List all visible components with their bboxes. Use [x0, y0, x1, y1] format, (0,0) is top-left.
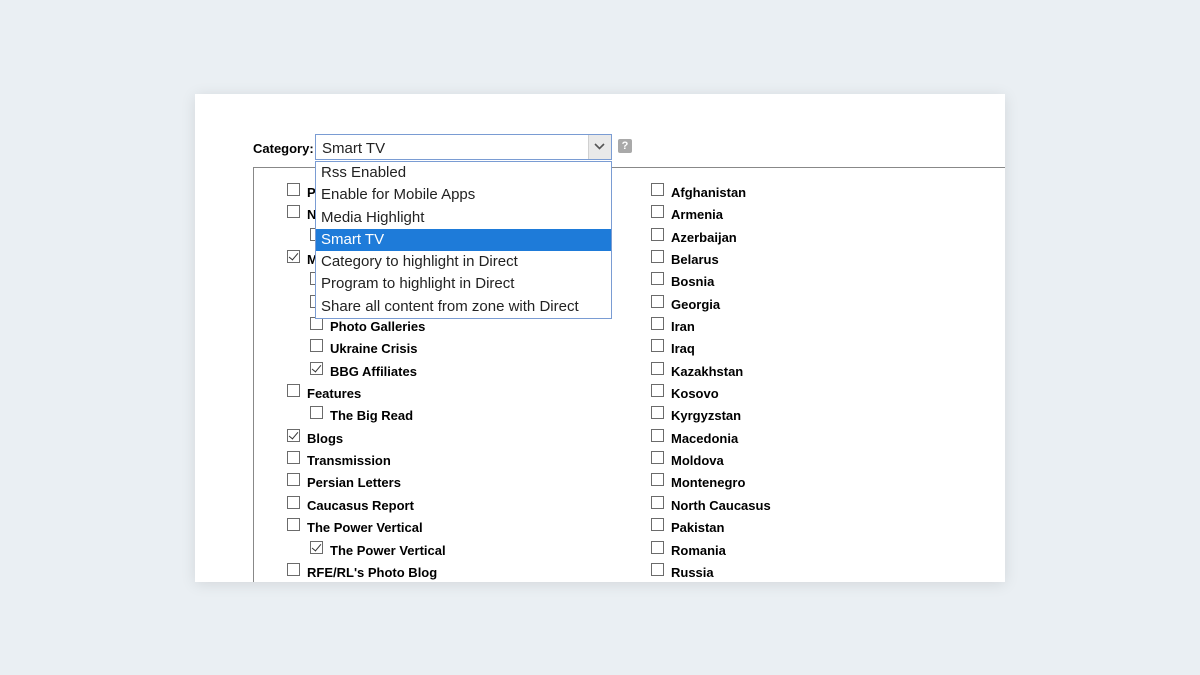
region-item-label: Montenegro	[671, 475, 746, 491]
checkbox[interactable]	[651, 473, 664, 487]
category-item-row: Caucasus Report	[287, 492, 414, 514]
category-item-row: RFE/RL's Photo Blog	[287, 559, 437, 581]
category-item-label: Caucasus Report	[307, 497, 414, 513]
checkbox[interactable]	[287, 451, 300, 465]
region-item-label: Moldova	[671, 453, 724, 469]
checkbox[interactable]	[651, 384, 664, 398]
checkbox[interactable]	[287, 518, 300, 532]
category-item-row: The Big Read	[287, 402, 413, 424]
checkbox[interactable]	[651, 339, 664, 353]
checkbox[interactable]	[310, 406, 323, 420]
checkbox[interactable]	[287, 183, 300, 196]
chevron-down-icon[interactable]	[588, 135, 611, 159]
dropdown-option[interactable]: Enable for Mobile Apps	[316, 184, 611, 206]
checkbox[interactable]	[287, 495, 300, 509]
checkbox[interactable]	[651, 250, 664, 264]
category-item-row: Transmission	[287, 447, 391, 469]
category-item-row	[287, 268, 323, 290]
category-item-label: Ukraine Crisis	[330, 341, 418, 357]
checkbox[interactable]	[287, 562, 300, 576]
checkbox[interactable]	[651, 428, 664, 442]
checkbox[interactable]	[651, 495, 664, 509]
checkbox[interactable]	[310, 339, 323, 353]
checkbox[interactable]	[651, 406, 664, 420]
dropdown-option[interactable]: Rss Enabled	[316, 162, 611, 184]
region-item-label: Russia	[671, 564, 714, 580]
category-item-row: Photo Galleries	[287, 313, 425, 335]
checkbox[interactable]	[651, 540, 664, 554]
checkbox[interactable]	[651, 518, 664, 532]
category-label: Category:	[253, 141, 314, 156]
region-item-label: Iraq	[671, 341, 695, 357]
checkbox[interactable]	[651, 227, 664, 241]
category-item-label: The Power Vertical	[330, 542, 446, 558]
region-item-label: Armenia	[671, 207, 724, 223]
category-item-row: Features	[287, 380, 361, 402]
dropdown-option[interactable]: Media Highlight	[316, 207, 611, 229]
left-category-tree: P N M Photo Galleries Ukraine Crisis BBG Affi…	[287, 179, 446, 581]
checkbox[interactable]	[651, 272, 664, 286]
category-select[interactable]: Smart TV	[315, 134, 612, 160]
region-item-label: Kosovo	[671, 386, 719, 402]
checkbox[interactable]	[651, 294, 664, 308]
category-select-value: Smart TV	[322, 140, 386, 157]
category-item-row: Ukraine Crisis	[287, 335, 417, 357]
category-dropdown-list: Rss Enabled Enable for Mobile Apps Media H…	[315, 161, 612, 319]
category-item-label: BBG Affiliates	[330, 363, 417, 379]
category-item-row: Blogs	[287, 425, 343, 447]
region-item-label: Kazakhstan	[671, 363, 744, 379]
category-item-label: Transmission	[307, 453, 391, 469]
category-item-row: The Power Vertical	[287, 537, 446, 559]
checkbox[interactable]	[287, 384, 300, 398]
category-item-label: Features	[307, 386, 362, 402]
region-item-label: Georgia	[671, 296, 721, 312]
checkbox[interactable]	[651, 451, 664, 465]
dropdown-option[interactable]: Share all content from zone with Direct	[316, 296, 611, 318]
checkbox[interactable]	[287, 473, 300, 487]
category-item-label: The Big Read	[330, 408, 414, 424]
category-item-label: Persian Letters	[307, 475, 401, 491]
category-item-label: Photo Galleries	[330, 319, 426, 335]
category-item-row: BBG Affiliates	[287, 358, 417, 380]
category-item-row: P	[287, 179, 316, 201]
help-icon[interactable]: ?	[618, 139, 632, 153]
checkbox-checked[interactable]	[287, 250, 300, 264]
region-item-label: Afghanistan	[671, 185, 747, 200]
checkbox[interactable]	[651, 361, 664, 375]
checkbox-checked[interactable]	[287, 428, 300, 442]
checkbox[interactable]	[651, 317, 664, 331]
category-item-row: M	[287, 246, 318, 268]
region-item-label: North Caucasus	[671, 497, 771, 513]
region-item-label: Romania	[671, 542, 726, 558]
dropdown-option[interactable]: Smart TV	[316, 228, 611, 252]
category-item-label: The Power Vertical	[307, 520, 423, 536]
region-item-label: Iran	[671, 319, 695, 335]
category-item-row: N	[287, 201, 316, 223]
checkbox-checked[interactable]	[310, 361, 323, 375]
region-item-label: Azerbaijan	[671, 229, 737, 245]
checkbox-checked[interactable]	[310, 540, 323, 554]
region-item-label: Bosnia	[671, 274, 715, 290]
category-item-row	[287, 224, 323, 246]
category-item-row	[287, 291, 323, 313]
category-item-label: RFE/RL's Photo Blog	[307, 564, 438, 580]
category-item-row: The Power Vertical	[287, 514, 423, 536]
dropdown-option[interactable]: Program to highlight in Direct	[316, 273, 611, 295]
category-item-row: Persian Letters	[287, 469, 401, 491]
region-item-label: Pakistan	[671, 520, 725, 536]
checkbox[interactable]	[651, 205, 664, 219]
category-item-label: Blogs	[307, 430, 344, 446]
dropdown-option[interactable]: Category to highlight in Direct	[316, 251, 611, 273]
checkbox[interactable]	[310, 317, 323, 331]
region-item-label: Belarus	[671, 252, 719, 268]
checkbox[interactable]	[287, 205, 300, 219]
category-panel: Category: Smart TV ? P N M Photo Galleries U…	[195, 94, 1005, 582]
region-item-label: Kyrgyzstan	[671, 408, 742, 424]
region-item-label: Macedonia	[671, 430, 739, 446]
checkbox[interactable]	[651, 562, 664, 576]
checkbox[interactable]	[651, 183, 664, 196]
